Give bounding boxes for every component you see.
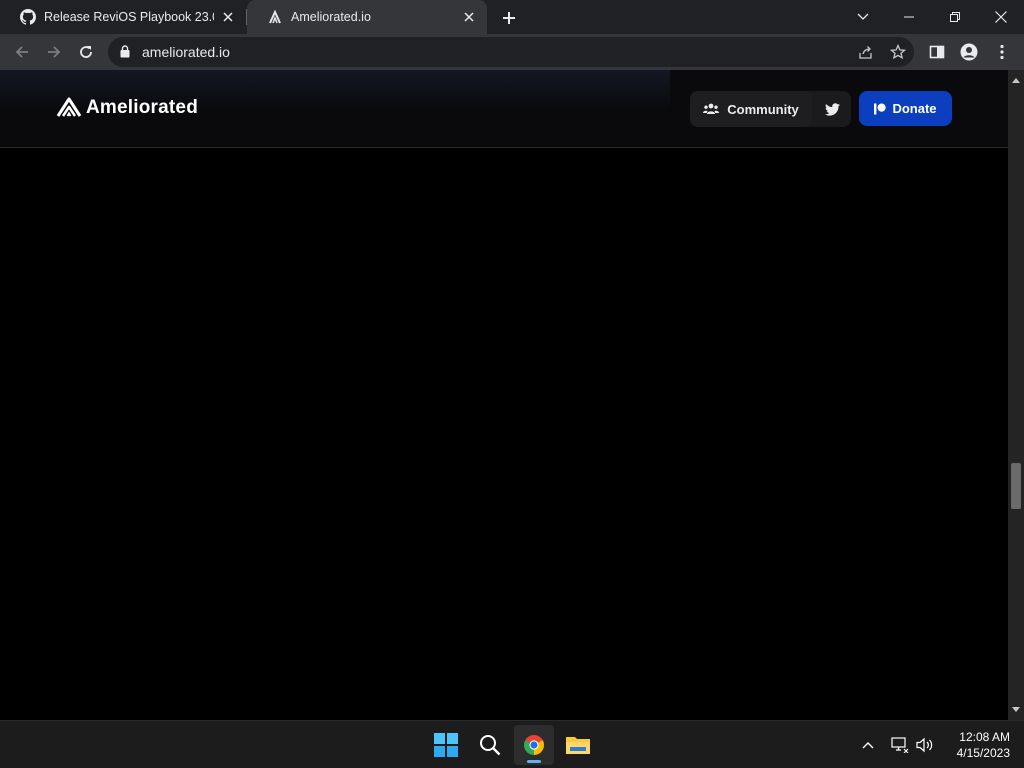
forward-button[interactable] [40,38,68,66]
community-label: Community [727,101,799,117]
side-panel-icon [929,45,945,59]
close-icon[interactable] [220,9,236,25]
desktop-screen: Release ReviOS Playbook 23.04 · Ameliora… [0,0,1024,768]
plus-icon [503,12,515,24]
twitter-button[interactable] [815,91,849,127]
reload-button[interactable] [72,38,100,66]
network-icon[interactable] [890,735,910,755]
restore-button[interactable] [932,0,978,34]
arrow-right-icon [48,46,61,58]
tab-title: Ameliorated.io [291,10,371,24]
back-button[interactable] [8,38,36,66]
profile-icon [960,43,978,61]
side-panel-button[interactable] [923,38,951,66]
windows-start-icon[interactable] [426,725,466,765]
brand-name: Ameliorated [86,97,199,118]
share-icon[interactable] [858,44,874,60]
page-viewport: Ameliorated Community Donate [0,70,1008,720]
clock-date: 4/15/2023 [956,746,1010,760]
close-icon [995,11,1007,23]
scroll-up-arrow-icon[interactable] [1008,72,1024,88]
twitter-icon [824,102,840,116]
chevron-down-icon [857,13,869,20]
menu-button[interactable] [988,38,1016,66]
site-header: Ameliorated Community Donate [0,70,1008,148]
active-app-indicator [527,760,541,763]
profile-button[interactable] [955,38,983,66]
users-icon [703,103,720,114]
page-scrollbar[interactable] [1008,70,1024,720]
chrome-icon[interactable] [514,725,554,765]
patreon-icon [874,103,887,114]
minimize-icon [904,16,914,18]
ameliorated-icon [267,9,283,25]
ameliorated-logo-icon [56,97,82,117]
chevron-up-icon[interactable] [858,735,878,755]
tab-strip: Release ReviOS Playbook 23.04 · Ameliora… [0,0,1024,34]
kebab-menu-icon [1000,44,1004,60]
clock-time: 12:08 AM [959,730,1010,744]
tab-release-revios[interactable]: Release ReviOS Playbook 23.04 · [0,0,246,34]
close-window-button[interactable] [978,0,1024,34]
tab-ameliorated[interactable]: Ameliorated.io [247,0,487,34]
star-icon[interactable] [890,44,906,60]
arrow-left-icon [15,46,28,58]
new-tab-button[interactable] [498,7,520,29]
donate-button[interactable]: Donate [859,91,952,126]
tab-title: Release ReviOS Playbook 23.04 · [44,10,214,24]
file-explorer-icon[interactable] [558,725,598,765]
scroll-down-arrow-icon[interactable] [1008,702,1024,718]
restore-icon [950,12,960,22]
community-button[interactable]: Community [690,91,812,127]
reload-icon [80,46,92,58]
close-icon[interactable] [461,9,477,25]
browser-toolbar: ameliorated.io [0,34,1024,70]
search-icon[interactable] [470,725,510,765]
lock-icon[interactable] [120,45,130,63]
address-bar[interactable]: ameliorated.io [108,37,914,67]
donate-label: Donate [892,101,937,116]
scrollbar-thumb[interactable] [1011,463,1021,509]
github-icon [20,9,37,25]
site-logo[interactable]: Ameliorated [56,96,198,120]
url-text[interactable]: ameliorated.io [142,44,230,60]
tab-search-button[interactable] [840,0,886,34]
windows-taskbar: 12:08 AM 4/15/2023 [0,720,1024,768]
minimize-button[interactable] [886,0,932,34]
system-clock[interactable]: 12:08 AM 4/15/2023 [940,729,1010,761]
volume-icon[interactable] [915,735,935,755]
nav-links: Community [690,91,851,127]
